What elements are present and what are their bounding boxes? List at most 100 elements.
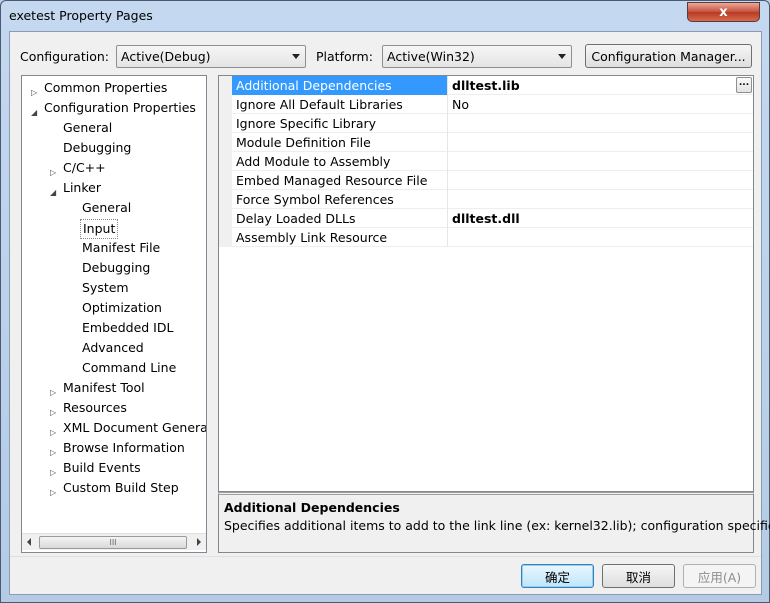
tree-item-optimization[interactable]: Optimization bbox=[80, 299, 164, 319]
property-row-additional-dependencies[interactable]: Additional Dependencies dlltest.lib ... bbox=[232, 76, 753, 95]
tree-item-label: Debugging bbox=[82, 260, 151, 275]
expand-icon[interactable]: ▷ bbox=[50, 464, 56, 482]
tree-item-debugging[interactable]: Debugging bbox=[61, 139, 133, 159]
tree-item-label: Configuration Properties bbox=[44, 100, 196, 115]
property-value[interactable]: dlltest.lib ... bbox=[449, 76, 753, 95]
expand-icon[interactable]: ▷ bbox=[31, 84, 37, 102]
close-icon: x bbox=[719, 4, 728, 20]
dialog-client-area: Configuration: Active(Debug) Platform: A… bbox=[9, 31, 770, 595]
description-text: Specifies additional items to add to the… bbox=[224, 518, 770, 533]
property-row-assembly-link-resource[interactable]: Assembly Link Resource bbox=[232, 228, 753, 247]
property-tree: ▷ Common Properties ◢ Configuration Prop… bbox=[21, 75, 207, 553]
collapse-icon[interactable]: ◢ bbox=[31, 104, 37, 122]
property-value[interactable] bbox=[449, 228, 753, 247]
tree-item-linker-debugging[interactable]: Debugging bbox=[80, 259, 152, 279]
tree-item-label: Debugging bbox=[63, 140, 132, 155]
expand-icon[interactable]: ▷ bbox=[50, 444, 56, 462]
property-value[interactable] bbox=[449, 171, 753, 190]
tree-horizontal-scrollbar[interactable]: III bbox=[22, 533, 206, 550]
tree-item-command-line[interactable]: Command Line bbox=[80, 359, 178, 379]
tree-item-advanced[interactable]: Advanced bbox=[80, 339, 146, 359]
property-name: Add Module to Assembly bbox=[232, 152, 448, 171]
configuration-manager-button[interactable]: Configuration Manager... bbox=[585, 44, 752, 68]
tree-item-label: XML Document Generat bbox=[63, 420, 207, 435]
property-name: Embed Managed Resource File bbox=[232, 171, 448, 190]
tree-item-manifest-tool[interactable]: ▷ Manifest Tool bbox=[50, 379, 147, 399]
property-name: Force Symbol References bbox=[232, 190, 448, 209]
scroll-right-icon[interactable] bbox=[197, 538, 201, 546]
ok-button[interactable]: 确定 bbox=[521, 564, 594, 588]
chevron-down-icon bbox=[292, 54, 300, 59]
tree-item-resources[interactable]: ▷ Resources bbox=[50, 399, 129, 419]
tree-item-label: Browse Information bbox=[63, 440, 185, 455]
collapse-icon[interactable]: ◢ bbox=[50, 184, 56, 202]
tree-item-custom-build-step[interactable]: ▷ Custom Build Step bbox=[50, 479, 181, 499]
tree-item-build-events[interactable]: ▷ Build Events bbox=[50, 459, 143, 479]
expand-icon[interactable]: ▷ bbox=[50, 164, 56, 182]
tree-item-linker-input[interactable]: Input bbox=[80, 219, 119, 239]
expand-icon[interactable]: ▷ bbox=[50, 384, 56, 402]
tree-item-label: C/C++ bbox=[63, 160, 106, 175]
apply-button[interactable]: 应用(A) bbox=[683, 564, 756, 588]
property-grid: Additional Dependencies dlltest.lib ... … bbox=[218, 75, 754, 492]
platform-dropdown[interactable]: Active(Win32) bbox=[382, 45, 572, 68]
tree-item-label: Input bbox=[83, 221, 116, 236]
property-name: Module Definition File bbox=[232, 133, 448, 152]
description-panel: Additional Dependencies Specifies additi… bbox=[218, 492, 770, 553]
property-name: Additional Dependencies bbox=[232, 76, 448, 95]
property-row-ignore-all-default-libraries[interactable]: Ignore All Default Libraries No bbox=[232, 95, 753, 114]
tree-item-label: Custom Build Step bbox=[63, 480, 179, 495]
tree-item-label: Common Properties bbox=[44, 80, 168, 95]
property-row-module-definition-file[interactable]: Module Definition File bbox=[232, 133, 753, 152]
property-row-ignore-specific-library[interactable]: Ignore Specific Library bbox=[232, 114, 753, 133]
cancel-button[interactable]: 取消 bbox=[602, 564, 675, 588]
platform-value: Active(Win32) bbox=[387, 49, 475, 64]
platform-label: Platform: bbox=[316, 49, 373, 64]
expand-icon[interactable]: ▷ bbox=[50, 484, 56, 502]
tree-item-label: Command Line bbox=[82, 360, 177, 375]
scrollbar-thumb[interactable]: III bbox=[39, 536, 187, 549]
tree-item-general[interactable]: General bbox=[61, 119, 114, 139]
tree-item-common-properties[interactable]: ▷ Common Properties bbox=[31, 79, 169, 99]
tree-item-configuration-properties[interactable]: ◢ Configuration Properties bbox=[31, 99, 198, 119]
property-row-force-symbol-references[interactable]: Force Symbol References bbox=[232, 190, 753, 209]
window-title: exetest Property Pages bbox=[9, 8, 153, 23]
tree-item-linker-general[interactable]: General bbox=[80, 199, 133, 219]
edit-ellipsis-button[interactable]: ... bbox=[736, 77, 752, 93]
expand-icon[interactable]: ▷ bbox=[50, 424, 56, 442]
scroll-left-icon[interactable] bbox=[27, 538, 31, 546]
property-row-add-module-to-assembly[interactable]: Add Module to Assembly bbox=[232, 152, 753, 171]
close-button[interactable]: x bbox=[687, 2, 760, 22]
tree-item-label: Advanced bbox=[82, 340, 144, 355]
property-value[interactable] bbox=[449, 190, 753, 209]
configuration-label: Configuration: bbox=[20, 49, 109, 64]
tree-item-label: Build Events bbox=[63, 460, 141, 475]
tree-item-label: Optimization bbox=[82, 300, 162, 315]
property-value[interactable] bbox=[449, 114, 753, 133]
tree-item-label: Linker bbox=[63, 180, 101, 195]
tree-item-manifest-file[interactable]: Manifest File bbox=[80, 239, 162, 259]
property-value[interactable]: No bbox=[449, 95, 753, 114]
tree-item-label: General bbox=[63, 120, 113, 135]
tree-item-label: General bbox=[82, 200, 132, 215]
tree-item-linker[interactable]: ◢ Linker bbox=[50, 179, 103, 199]
expand-icon[interactable]: ▷ bbox=[50, 404, 56, 422]
tree-item-embedded-idl[interactable]: Embedded IDL bbox=[80, 319, 175, 339]
tree-item-label: System bbox=[82, 280, 129, 295]
property-row-delay-loaded-dlls[interactable]: Delay Loaded DLLs dlltest.dll bbox=[232, 209, 753, 228]
tree-item-c-cpp[interactable]: ▷ C/C++ bbox=[50, 159, 108, 179]
property-value-text: dlltest.lib bbox=[452, 78, 520, 93]
property-name: Assembly Link Resource bbox=[232, 228, 448, 247]
property-value[interactable]: dlltest.dll bbox=[449, 209, 753, 228]
property-value[interactable] bbox=[449, 133, 753, 152]
tree-item-xml-document-generator[interactable]: ▷ XML Document Generat bbox=[50, 419, 207, 439]
configuration-dropdown[interactable]: Active(Debug) bbox=[116, 45, 306, 68]
property-value[interactable] bbox=[449, 152, 753, 171]
tree-item-label: Resources bbox=[63, 400, 127, 415]
tree-item-label: Manifest Tool bbox=[63, 380, 145, 395]
property-pages-window: exetest Property Pages x Configuration: … bbox=[0, 0, 770, 603]
tree-item-system[interactable]: System bbox=[80, 279, 131, 299]
property-row-embed-managed-resource-file[interactable]: Embed Managed Resource File bbox=[232, 171, 753, 190]
tree-item-browse-information[interactable]: ▷ Browse Information bbox=[50, 439, 187, 459]
chevron-down-icon bbox=[558, 54, 566, 59]
